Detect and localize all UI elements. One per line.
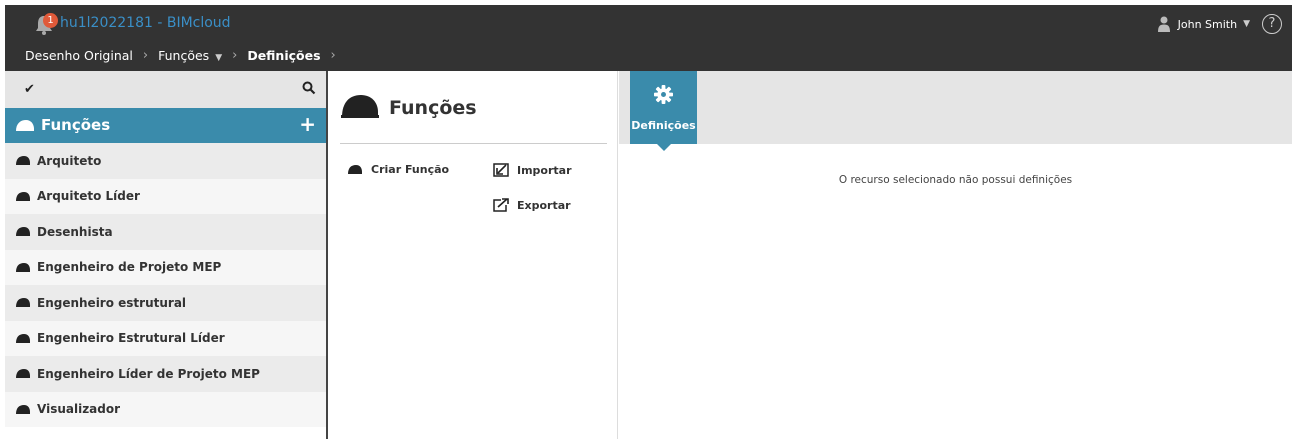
- import-icon: [493, 163, 509, 177]
- list-item-label: Engenheiro Líder de Projeto MEP: [37, 366, 260, 381]
- list-item-label: Desenhista: [37, 224, 113, 239]
- export-button[interactable]: Exportar: [493, 198, 571, 212]
- roles-list-panel: ✔ Funções + Arquiteto Arquiteto Líder De…: [5, 71, 328, 439]
- list-toolbar: ✔: [5, 71, 326, 108]
- list-item-label: Arquiteto Líder: [37, 189, 140, 204]
- tab-definicoes-label: Definições: [631, 119, 696, 132]
- checkmark-icon[interactable]: ✔: [24, 82, 35, 97]
- hard-hat-icon: [16, 262, 30, 272]
- help-icon[interactable]: ?: [1262, 14, 1282, 34]
- import-button[interactable]: Importar: [493, 163, 572, 177]
- tab-definicoes[interactable]: Definições: [630, 71, 697, 144]
- hard-hat-icon: [16, 298, 30, 308]
- user-icon: [1157, 16, 1170, 32]
- breadcrumb-funcoes[interactable]: Funções ▼: [158, 48, 222, 63]
- hard-hat-icon: [16, 369, 30, 379]
- list-item-label: Arquiteto: [37, 153, 102, 168]
- list-item[interactable]: Engenheiro Estrutural Líder: [5, 320, 326, 356]
- divider: [340, 143, 607, 144]
- caret-down-icon: ▼: [215, 52, 223, 63]
- hard-hat-icon: [16, 191, 30, 201]
- export-icon: [493, 198, 509, 212]
- breadcrumb-desenho-original[interactable]: Desenho Original: [25, 48, 133, 63]
- hard-hat-icon: [16, 120, 34, 131]
- roles-actions-panel: Funções Criar Função Importar Exportar: [330, 71, 618, 439]
- hard-hat-icon: [16, 333, 30, 343]
- gear-icon: [654, 85, 673, 104]
- list-item[interactable]: Engenheiro Líder de Projeto MEP: [5, 356, 326, 392]
- roles-header-title: Funções: [41, 116, 111, 134]
- create-role-button[interactable]: Criar Função: [347, 163, 449, 176]
- list-item-label: Engenheiro estrutural: [37, 295, 187, 310]
- breadcrumb: Desenho Original › Funções ▼ › Definições…: [25, 45, 346, 65]
- list-item[interactable]: Arquiteto: [5, 143, 326, 179]
- tab-pointer: [657, 144, 671, 151]
- breadcrumb-definicoes[interactable]: Definições: [247, 48, 320, 63]
- panel-title: Funções: [389, 97, 477, 119]
- chevron-right-icon: ›: [232, 47, 238, 63]
- roles-list: Arquiteto Arquiteto Líder Desenhista Eng…: [5, 143, 326, 427]
- app-title[interactable]: hu1l2022181 - BIMcloud: [60, 15, 231, 31]
- list-item[interactable]: Engenheiro de Projeto MEP: [5, 249, 326, 285]
- list-item-label: Engenheiro Estrutural Líder: [37, 331, 225, 346]
- list-item[interactable]: Engenheiro estrutural: [5, 285, 326, 321]
- user-name: John Smith: [1177, 17, 1238, 31]
- hard-hat-icon: [16, 227, 30, 237]
- settings-panel: Definições O recurso selecionado não pos…: [619, 71, 1292, 439]
- breadcrumb-funcoes-label: Funções: [158, 47, 210, 63]
- hard-hat-icon: [341, 95, 379, 118]
- hard-hat-icon: [16, 404, 30, 414]
- add-icon[interactable]: +: [299, 114, 316, 134]
- caret-down-icon: ▼: [1243, 19, 1250, 29]
- list-item-label: Engenheiro de Projeto MEP: [37, 260, 222, 275]
- import-label: Importar: [517, 163, 572, 177]
- empty-state-message: O recurso selecionado não possui definiç…: [838, 174, 1073, 186]
- list-item-label: Visualizador: [37, 402, 121, 417]
- hard-hat-icon: [16, 156, 30, 166]
- list-item[interactable]: Arquiteto Líder: [5, 178, 326, 214]
- create-role-label: Criar Função: [371, 163, 450, 176]
- user-menu[interactable]: John Smith ▼ ?: [1157, 14, 1282, 34]
- chevron-right-icon: ›: [142, 47, 149, 63]
- top-bar: 1 hu1l2022181 - BIMcloud Desenho Origina…: [5, 5, 1292, 71]
- list-item[interactable]: Desenhista: [5, 214, 326, 250]
- hard-hat-icon: [348, 165, 362, 174]
- settings-tabbar: Definições: [619, 71, 1292, 151]
- export-label: Exportar: [517, 198, 571, 212]
- notification-badge[interactable]: 1: [43, 13, 58, 28]
- search-icon[interactable]: [302, 81, 316, 95]
- roles-header: Funções +: [5, 108, 326, 143]
- list-item[interactable]: Visualizador: [5, 391, 326, 427]
- chevron-right-icon: ›: [330, 47, 336, 63]
